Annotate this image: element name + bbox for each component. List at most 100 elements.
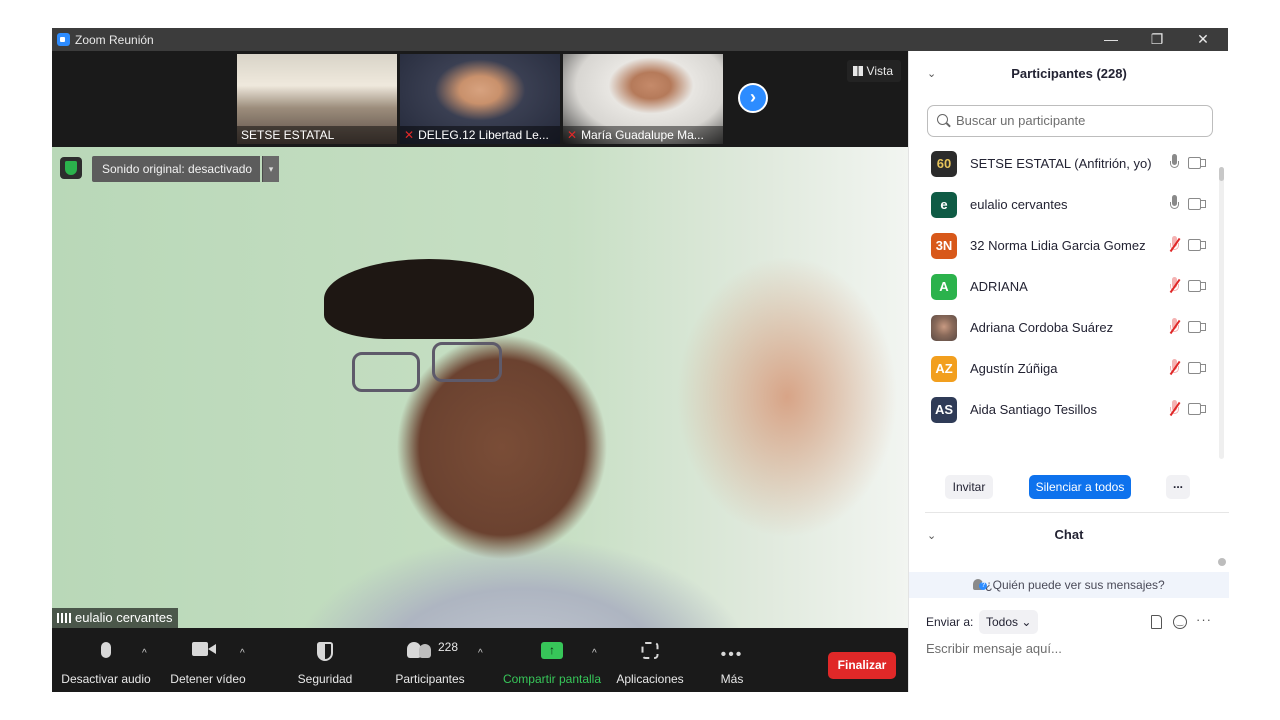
chat-message-input[interactable]: Escribir mensaje aquí... (926, 641, 1216, 656)
stop-video-label: Detener vídeo (170, 672, 246, 686)
video-options-caret-icon[interactable]: ^ (240, 648, 245, 659)
video-content (352, 352, 420, 392)
mute-audio-label: Desactivar audio (61, 672, 151, 686)
avatar (931, 315, 957, 341)
side-panel: ⌄ Participantes (228) Buscar un particip… (908, 51, 1229, 692)
microphone-icon[interactable] (1169, 154, 1179, 172)
security-label: Seguridad (297, 672, 353, 686)
more-dots-icon: ••• (720, 646, 744, 663)
participants-header: ⌄ Participantes (228) (909, 51, 1229, 97)
muted-microphone-icon[interactable] (1169, 236, 1179, 254)
avatar: A (931, 274, 957, 300)
original-sound-dropdown[interactable]: ▾ (262, 156, 279, 182)
send-to-label: Enviar a: (926, 615, 974, 629)
more-label: Más (720, 672, 744, 686)
participants-label: Participantes (395, 672, 465, 686)
muted-mic-icon: ✕ (567, 128, 578, 142)
video-content (324, 259, 534, 339)
camera-icon[interactable] (1188, 362, 1206, 374)
share-screen-icon: ↑ (541, 642, 563, 659)
participant-thumbnail[interactable]: SETSE ESTATAL (237, 54, 397, 144)
participant-thumbnail[interactable]: ✕ María Guadalupe Ma... (563, 54, 723, 144)
apps-button[interactable]: Aplicaciones (614, 628, 686, 692)
send-to-row: Enviar a: Todos ⌄ ‿ ··· (909, 607, 1229, 637)
close-button[interactable]: ✕ (1180, 29, 1226, 49)
camera-icon[interactable] (1188, 403, 1206, 415)
video-content (432, 342, 502, 382)
end-meeting-button[interactable]: Finalizar (828, 652, 896, 679)
muted-microphone-icon[interactable] (1169, 400, 1179, 418)
participants-icon (407, 642, 433, 658)
zoom-meeting-window: Zoom Reunión — ❐ ✕ SETSE ESTATAL ✕ DELEG.… (52, 28, 1229, 692)
invite-button[interactable]: Invitar (945, 475, 993, 499)
muted-microphone-icon[interactable] (1169, 277, 1179, 295)
participant-list-scrollbar[interactable] (1219, 167, 1224, 459)
participants-more-button[interactable]: ... (1166, 475, 1190, 499)
chat-title: Chat (1054, 527, 1084, 542)
share-screen-label: Compartir pantalla (502, 672, 602, 686)
camera-icon[interactable] (1188, 280, 1206, 292)
participants-title: Participantes (228) (1011, 66, 1127, 81)
meeting-toolbar: Desactivar audio ^ Detener vídeo ^ Segur… (52, 628, 908, 692)
emoji-icon[interactable]: ‿ (1173, 615, 1187, 629)
video-area: SETSE ESTATAL ✕ DELEG.12 Libertad Le... ✕… (52, 51, 908, 628)
camera-icon[interactable] (1188, 321, 1206, 333)
muted-microphone-icon[interactable] (1169, 318, 1179, 336)
camera-icon[interactable] (1188, 239, 1206, 251)
original-sound-toggle[interactable]: Sonido original: desactivado (92, 156, 261, 182)
chat-scrollbar[interactable] (1218, 558, 1226, 566)
title-bar: Zoom Reunión — ❐ ✕ (52, 28, 1228, 51)
mute-audio-button[interactable]: Desactivar audio (60, 628, 152, 692)
encryption-shield-icon[interactable] (60, 157, 82, 179)
participant-name: Agustín Zúñiga (970, 361, 1058, 376)
participant-row[interactable]: Adriana Cordoba Suárez (909, 307, 1219, 348)
share-screen-button[interactable]: ↑ Compartir pantalla (500, 628, 604, 692)
participant-name: ADRIANA (970, 279, 1028, 294)
next-page-arrow-icon[interactable]: › (738, 83, 768, 113)
audio-options-caret-icon[interactable]: ^ (142, 648, 147, 659)
participant-row[interactable]: A ADRIANA (909, 266, 1219, 307)
participant-name: Adriana Cordoba Suárez (970, 320, 1114, 335)
who-can-see-messages-link[interactable]: ¿Quién puede ver sus mensajes? (909, 572, 1229, 598)
participant-thumbnail[interactable]: ✕ DELEG.12 Libertad Le... (400, 54, 560, 144)
participants-options-caret-icon[interactable]: ^ (478, 648, 483, 659)
security-button[interactable]: Seguridad (292, 628, 358, 692)
avatar: 3N (931, 233, 957, 259)
zoom-app-icon (57, 33, 70, 46)
muted-microphone-icon[interactable] (1169, 359, 1179, 377)
participant-row[interactable]: AS Aida Santiago Tesillos (909, 389, 1219, 430)
participant-row[interactable]: e eulalio cervantes (909, 184, 1219, 225)
signal-strength-icon (57, 613, 71, 623)
file-icon[interactable] (1151, 615, 1162, 629)
participant-name: eulalio cervantes (970, 197, 1068, 212)
chat-more-icon[interactable]: ··· (1196, 612, 1212, 627)
more-button[interactable]: ••• Más (712, 628, 752, 692)
avatar: AZ (931, 356, 957, 382)
thumbnail-name-label: ✕ DELEG.12 Libertad Le... (400, 126, 560, 144)
microphone-icon[interactable] (1169, 195, 1179, 213)
share-options-caret-icon[interactable]: ^ (592, 648, 597, 659)
camera-icon[interactable] (1188, 157, 1206, 169)
view-button[interactable]: Vista (846, 60, 901, 82)
stop-video-button[interactable]: Detener vídeo (166, 628, 250, 692)
participant-search-input[interactable]: Buscar un participante (927, 105, 1213, 137)
chevron-down-icon: ⌄ (1021, 615, 1032, 629)
participants-button[interactable]: 228 Participantes (390, 628, 470, 692)
apps-label: Aplicaciones (616, 672, 684, 686)
participant-actions: Invitar Silenciar a todos ... (909, 470, 1229, 506)
apps-icon (641, 642, 659, 659)
avatar: e (931, 192, 957, 218)
send-to-select[interactable]: Todos ⌄ (979, 610, 1039, 634)
mute-all-button[interactable]: Silenciar a todos (1029, 475, 1131, 499)
search-placeholder: Buscar un participante (956, 113, 1086, 128)
grid-view-icon (852, 66, 863, 76)
minimize-button[interactable]: — (1088, 29, 1134, 49)
participant-name: 32 Norma Lidia Garcia Gomez (970, 238, 1146, 253)
restore-button[interactable]: ❐ (1134, 29, 1180, 49)
microphone-icon (101, 642, 111, 658)
camera-icon[interactable] (1188, 198, 1206, 210)
participant-row[interactable]: AZ Agustín Zúñiga (909, 348, 1219, 389)
thumbnail-name-label: SETSE ESTATAL (237, 126, 397, 144)
participant-row[interactable]: 60 SETSE ESTATAL (Anfitrión, yo) (909, 143, 1219, 184)
participant-row[interactable]: 3N 32 Norma Lidia Garcia Gomez (909, 225, 1219, 266)
